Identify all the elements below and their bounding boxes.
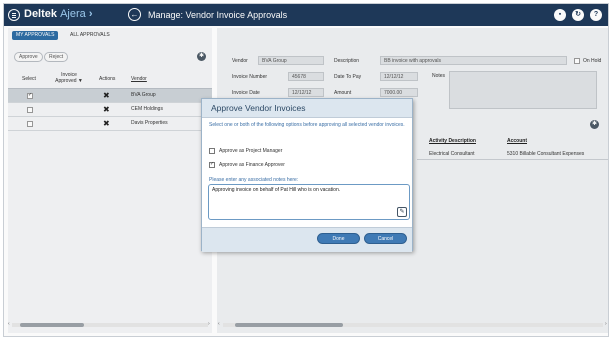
finance-approver-checkbox[interactable] [209,161,215,168]
dialog-header: Approve Vendor Invoices [202,99,412,118]
app-window: Deltek Ajera › ← Manage: Vendor Invoice … [3,3,609,337]
project-manager-checkbox[interactable] [209,148,215,154]
dialog-title: Approve Vendor Invoices [211,103,306,113]
notes-text: Approving invoice on behalf of Pat Hill … [212,187,341,193]
pencil-edit-icon[interactable]: ✎ [397,207,407,217]
option-label[interactable]: Approve as Project Manager [219,148,282,154]
notes-textarea[interactable]: Approving invoice on behalf of Pat Hill … [208,184,410,220]
approve-vendor-invoices-dialog: Approve Vendor Invoices Select one or bo… [201,98,413,252]
done-button[interactable]: Done [317,233,360,244]
notes-prompt: Please enter any associated notes here: [209,177,299,183]
cancel-button[interactable]: Cancel [364,233,407,244]
option-label[interactable]: Approve as Finance Approver [219,162,285,168]
dialog-instructions: Select one or both of the following opti… [209,122,405,128]
dialog-footer: Done Cancel [202,227,412,252]
